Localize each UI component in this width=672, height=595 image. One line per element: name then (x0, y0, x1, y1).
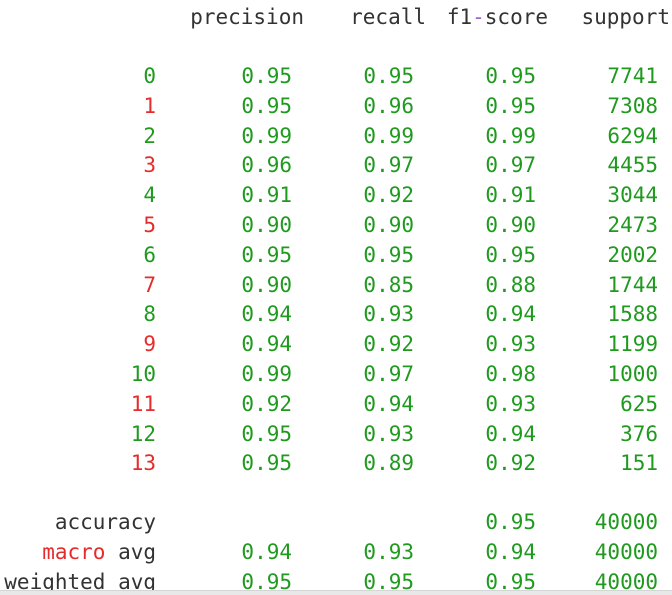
class-label: 12 (130, 421, 156, 446)
class-label: 10 (130, 362, 156, 386)
f1-value: 0.98 (485, 362, 536, 386)
precision-value: 0.90 (241, 213, 292, 237)
f1-value: 0.91 (485, 183, 536, 208)
support-value: 3044 (607, 183, 658, 208)
precision-value: 0.95 (241, 421, 292, 446)
precision-value: 0.99 (241, 362, 292, 386)
recall-value: 0.90 (363, 213, 414, 237)
class-label: 3 (143, 153, 156, 178)
class-label: 7 (143, 272, 156, 297)
f1-value: 0.97 (485, 153, 536, 178)
accuracy-support: 40000 (594, 510, 658, 534)
f1-value: 0.88 (485, 272, 536, 297)
recall-value: 0.92 (363, 332, 414, 357)
support-value: 2002 (607, 242, 658, 267)
support-value: 376 (620, 421, 658, 446)
class-label: 4 (143, 183, 156, 208)
precision-value: 0.91 (241, 183, 292, 208)
header-recall: recall (350, 5, 426, 29)
precision-value: 0.92 (241, 391, 292, 416)
support-value: 4455 (607, 153, 658, 178)
support-value: 1588 (607, 302, 658, 327)
support-value: 1744 (607, 272, 658, 297)
precision-value: 0.96 (241, 153, 292, 178)
header-f1-dash: - (472, 5, 485, 29)
weighted-avg-f1: 0.95 (485, 570, 536, 590)
class-label: 13 (130, 451, 156, 476)
recall-value: 0.97 (363, 362, 414, 386)
recall-value: 0.93 (363, 421, 414, 446)
f1-value: 0.95 (485, 93, 536, 118)
macro-avg-recall: 0.93 (363, 540, 414, 564)
precision-value: 0.95 (241, 451, 292, 476)
class-label: 8 (143, 302, 156, 327)
support-value: 1000 (607, 362, 658, 386)
recall-value: 0.85 (363, 272, 414, 297)
precision-value: 0.90 (241, 272, 292, 297)
class-label: 11 (130, 391, 156, 416)
recall-value: 0.94 (363, 391, 414, 416)
f1-value: 0.90 (485, 213, 536, 237)
class-label: 9 (143, 332, 156, 357)
header-f1-suffix: score (484, 5, 548, 29)
support-value: 6294 (607, 123, 658, 148)
macro-avg-label: macro avg (42, 537, 156, 567)
support-value: 2473 (607, 213, 658, 237)
avg-word: avg (105, 540, 156, 564)
f1-value: 0.95 (485, 64, 536, 88)
macro-avg-f1: 0.94 (485, 540, 536, 564)
precision-value: 0.94 (241, 332, 292, 357)
class-label: 2 (143, 123, 156, 148)
header-support: support (581, 5, 670, 29)
f1-value: 0.94 (485, 421, 536, 446)
precision-value: 0.95 (241, 242, 292, 267)
f1-value: 0.93 (485, 391, 536, 416)
recall-value: 0.97 (363, 153, 414, 178)
support-value: 7741 (607, 64, 658, 88)
accuracy-f1: 0.95 (485, 510, 536, 534)
class-label: 1 (143, 93, 156, 118)
accuracy-label: accuracy (54, 510, 156, 534)
support-value: 151 (620, 451, 658, 476)
macro-avg-precision: 0.94 (241, 540, 292, 564)
precision-value: 0.94 (241, 302, 292, 327)
f1-value: 0.92 (485, 451, 536, 476)
header-f1-score: f1-score (447, 2, 548, 32)
header-precision: precision (190, 5, 304, 29)
precision-value: 0.95 (241, 93, 292, 118)
weighted-avg-support: 40000 (594, 570, 658, 590)
weighted-avg-precision: 0.95 (241, 570, 292, 590)
precision-value: 0.99 (241, 123, 292, 148)
recall-value: 0.96 (363, 93, 414, 118)
header-f1-prefix: f1 (446, 5, 473, 29)
f1-value: 0.99 (485, 123, 536, 148)
recall-value: 0.99 (363, 123, 414, 148)
f1-value: 0.94 (485, 302, 536, 327)
class-label: 0 (143, 64, 156, 88)
output-bottom-border (0, 590, 672, 595)
recall-value: 0.89 (363, 451, 414, 476)
macro-word: macro (42, 540, 106, 564)
class-label: 5 (143, 213, 156, 237)
macro-avg-support: 40000 (594, 540, 658, 564)
f1-value: 0.93 (485, 332, 536, 357)
support-value: 625 (620, 391, 658, 416)
class-label: 6 (143, 242, 156, 267)
f1-value: 0.95 (485, 242, 536, 267)
recall-value: 0.92 (363, 183, 414, 208)
precision-value: 0.95 (241, 64, 292, 88)
recall-value: 0.93 (363, 302, 414, 327)
classification-report: precision recall f1-score support 0 0.95 0… (0, 0, 672, 590)
weighted-avg-recall: 0.95 (363, 570, 414, 590)
support-value: 1199 (607, 332, 658, 357)
weighted-avg-label: weighted avg (4, 570, 156, 590)
recall-value: 0.95 (363, 64, 414, 88)
support-value: 7308 (607, 93, 658, 118)
recall-value: 0.95 (363, 242, 414, 267)
